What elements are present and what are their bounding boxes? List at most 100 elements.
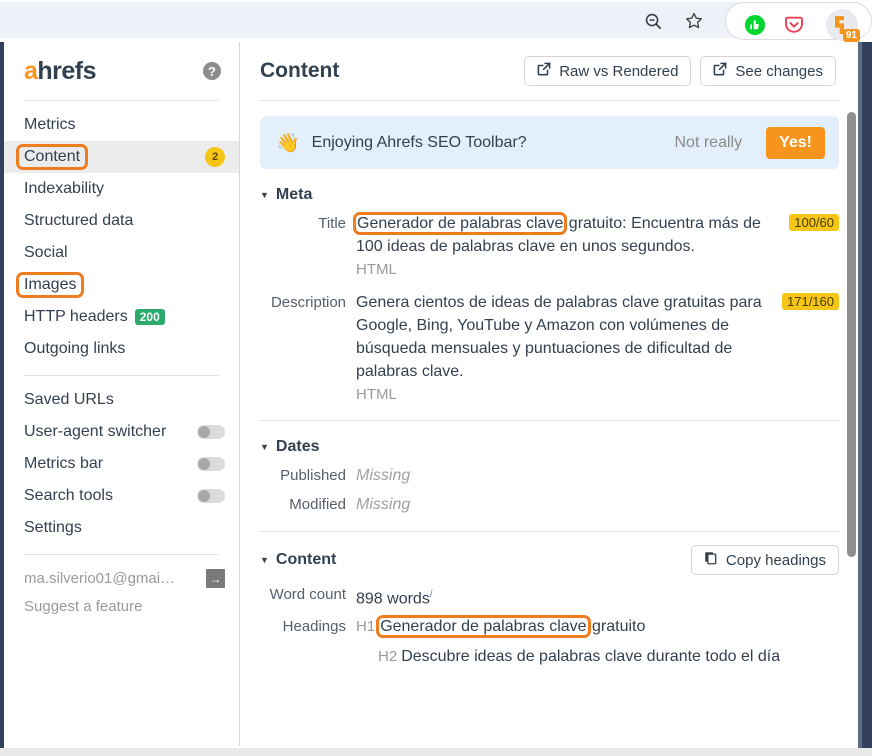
sidebar-item-metrics[interactable]: Metrics (4, 109, 239, 141)
headings-row: Headings H1 Generador de palabras clave … (260, 615, 839, 668)
sidebar-item-indexability[interactable]: Indexability (4, 173, 239, 205)
info-icon[interactable]: i (430, 588, 432, 600)
chevron-down-icon: ▼ (260, 555, 269, 565)
waving-hand-icon: 👋 (276, 131, 300, 155)
row-key: Headings (260, 615, 356, 668)
heading-text: Descubre ideas de palabras clave durante… (401, 645, 780, 668)
row-value: Generador de palabras clave gratuito: En… (356, 212, 781, 281)
feedback-banner: 👋 Enjoying Ahrefs SEO Toolbar? Not reall… (260, 116, 839, 169)
heading-text: gratuito (588, 618, 646, 635)
ahrefs-logo[interactable]: ahrefs (24, 57, 96, 86)
description-length-badge: 171/160 (782, 293, 839, 310)
sidebar-item-user-agent-switcher[interactable]: User-agent switcher (4, 416, 239, 448)
section-header-meta[interactable]: ▼ Meta (260, 186, 839, 204)
sidebar-item-content[interactable]: Content 2 (4, 141, 239, 173)
heading-tag: H2 (378, 645, 397, 668)
omnibox-region[interactable] (0, 2, 800, 38)
section-header-dates[interactable]: ▼ Dates (260, 438, 839, 456)
word-count-row: Word count 898 wordsi (260, 583, 839, 610)
sidebar-item-label: HTTP headers (24, 308, 128, 326)
suggest-a-feature-link[interactable]: Suggest a feature (4, 588, 239, 615)
banner-accept-button[interactable]: Yes! (766, 127, 825, 159)
sidebar-item-images[interactable]: Images (4, 269, 239, 301)
status-badge: 2 (205, 147, 225, 167)
sidebar-item-label: Metrics bar (24, 455, 103, 473)
sidebar-item-search-tools[interactable]: Search tools (4, 480, 239, 512)
window-bottom-edge (0, 748, 872, 756)
main-scrollbar-thumb[interactable] (847, 112, 856, 557)
extension-pocket-icon[interactable] (779, 10, 809, 40)
logout-icon[interactable]: → (206, 569, 225, 588)
heading-item-h1: H1 Generador de palabras clave gratuito (356, 615, 839, 638)
sidebar-nav: Metrics Content 2 Indexability Structure… (4, 101, 239, 365)
heading-tag: H1 (356, 615, 375, 638)
sidebar-item-label: Images (19, 275, 81, 295)
logo-accent-letter: a (24, 57, 37, 85)
help-icon[interactable]: ? (203, 62, 221, 80)
meta-description-row: Description Genera cientos de ideas de p… (260, 291, 839, 406)
browser-toolbar: 91 (0, 0, 872, 42)
extension-ahrefs-icon[interactable]: 91 (826, 9, 858, 41)
external-link-icon (713, 62, 727, 80)
sidebar-item-social[interactable]: Social (4, 237, 239, 269)
extension-green-thumb-icon[interactable] (740, 10, 770, 40)
title-length-badge: 100/60 (789, 214, 839, 231)
chevron-down-icon: ▼ (260, 442, 269, 452)
user-agent-switcher-toggle[interactable] (197, 425, 225, 439)
main-header: Content Raw vs Rendered (241, 42, 858, 100)
sidebar-item-label: User-agent switcher (24, 423, 166, 441)
dates-modified-row: Modified Missing (260, 493, 839, 516)
highlighted-keyword: Generador de palabras clave (379, 618, 587, 635)
button-label: Raw vs Rendered (559, 63, 678, 80)
sidebar-item-http-headers[interactable]: HTTP headers 200 (4, 301, 239, 333)
raw-vs-rendered-button[interactable]: Raw vs Rendered (524, 56, 691, 86)
main-panel: Content Raw vs Rendered (241, 42, 858, 746)
sidebar-item-outgoing-links[interactable]: Outgoing links (4, 333, 239, 365)
sidebar-item-saved-urls[interactable]: Saved URLs (4, 384, 239, 416)
external-link-icon (537, 62, 551, 80)
section-title: Meta (276, 186, 312, 204)
row-source: HTML (356, 258, 781, 281)
sidebar-item-label: Indexability (24, 180, 104, 198)
sidebar-divider-mid (24, 375, 219, 376)
sidebar-divider-bottom (24, 554, 219, 555)
sidebar-item-metrics-bar[interactable]: Metrics bar (4, 448, 239, 480)
see-changes-button[interactable]: See changes (700, 56, 836, 86)
row-value: Genera cientos de ideas de palabras clav… (356, 291, 774, 406)
row-source: HTML (356, 383, 774, 406)
content-area: 👋 Enjoying Ahrefs SEO Toolbar? Not reall… (241, 101, 858, 668)
sidebar-brand-row: ahrefs ? (4, 42, 239, 100)
sidebar-item-label: Social (24, 244, 68, 262)
button-label: Copy headings (726, 552, 826, 569)
panel-right-edge (862, 42, 872, 748)
row-value: 898 wordsi (356, 583, 839, 610)
sidebar-item-structured-data[interactable]: Structured data (4, 205, 239, 237)
headings-list: H1 Generador de palabras clave gratuito … (356, 615, 839, 668)
dates-published-row: Published Missing (260, 464, 839, 487)
http-status-badge: 200 (135, 309, 165, 325)
account-email: ma.silverio01@gmai… (24, 570, 175, 587)
bookmark-star-icon[interactable] (681, 8, 707, 34)
row-value: Missing (356, 467, 410, 484)
row-key: Title (260, 212, 356, 281)
row-key: Word count (260, 583, 356, 610)
sidebar-item-settings[interactable]: Settings (4, 512, 239, 544)
sidebar: ahrefs ? Metrics Content 2 Indexability … (4, 42, 240, 746)
search-tools-toggle[interactable] (197, 489, 225, 503)
metrics-bar-toggle[interactable] (197, 457, 225, 471)
row-value: Missing (356, 496, 410, 513)
row-key: Description (260, 291, 356, 406)
copy-headings-button[interactable]: Copy headings (691, 545, 839, 575)
meta-section-divider (260, 420, 839, 421)
content-section-header-row: ▼ Content Copy headings (260, 545, 839, 575)
row-key: Published (260, 464, 356, 487)
sidebar-item-label: Saved URLs (24, 391, 114, 409)
meta-title-row: Title Generador de palabras clave gratui… (260, 212, 839, 281)
section-header-content[interactable]: ▼ Content (260, 551, 336, 569)
chevron-down-icon: ▼ (260, 190, 269, 200)
row-value-rest: Genera cientos de ideas de palabras clav… (356, 294, 762, 380)
extension-badge-count: 91 (843, 29, 860, 42)
zoom-out-icon[interactable] (640, 8, 666, 34)
banner-decline-button[interactable]: Not really (675, 134, 743, 152)
sidebar-item-label: Settings (24, 519, 82, 537)
